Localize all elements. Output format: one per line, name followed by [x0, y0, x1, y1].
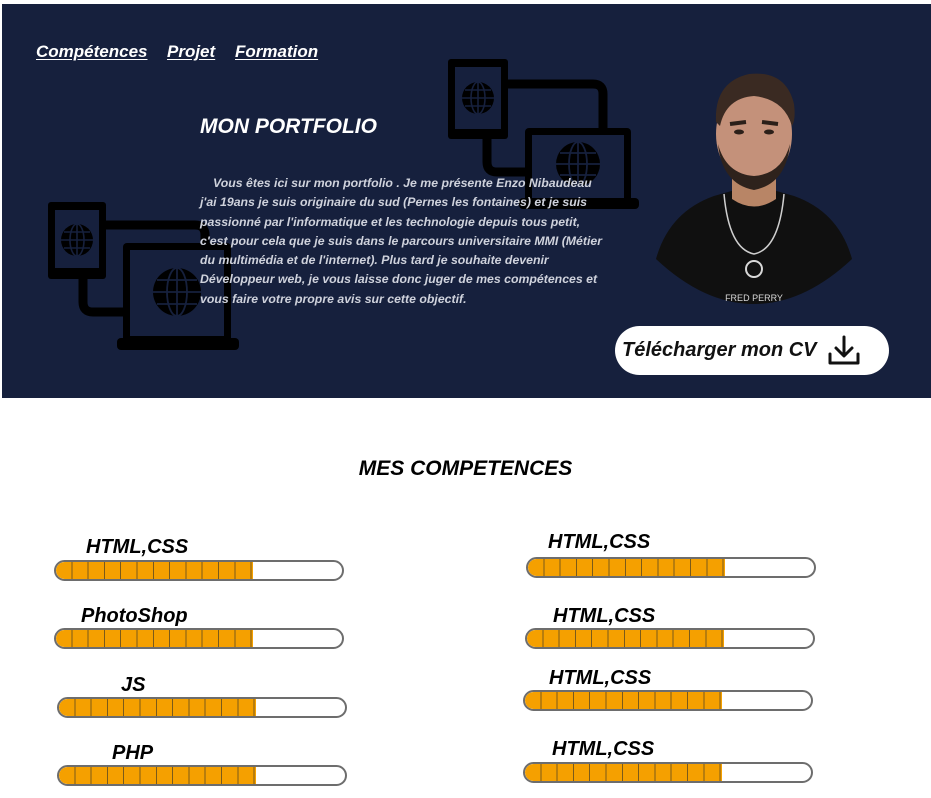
profile-photo: FRED PERRY	[656, 73, 852, 304]
page-title: MON PORTFOLIO	[200, 115, 377, 138]
download-cv-label: Télécharger mon CV	[622, 339, 817, 361]
skill-bar-fill	[56, 630, 254, 647]
skill-label: HTML,CSS	[548, 531, 651, 553]
skill-bar	[523, 690, 813, 711]
intro-text: Vous êtes ici sur mon portfolio . Je me …	[200, 176, 603, 306]
skill-label: HTML,CSS	[549, 667, 652, 689]
globe-icon	[153, 267, 201, 317]
hero-section: Compétences Projet Formation MON PORTFOL…	[2, 4, 931, 398]
skill-label: JS	[121, 674, 146, 696]
globe-icon	[61, 223, 93, 257]
skill-bar	[54, 560, 344, 581]
skill-label: HTML,CSS	[552, 738, 655, 760]
skill-label: HTML,CSS	[86, 536, 189, 558]
skill-label: PHP	[112, 742, 154, 764]
skill-bar-fill	[56, 562, 254, 579]
skills-title: MES COMPETENCES	[358, 457, 573, 480]
nav-link-projet[interactable]: Projet	[167, 42, 215, 62]
skill-bar-fill	[525, 764, 723, 781]
download-icon	[828, 335, 860, 364]
skill-bar	[57, 697, 347, 718]
skill-bar	[525, 628, 815, 649]
skill-bar	[54, 628, 344, 649]
nav-link-formation[interactable]: Formation	[235, 42, 318, 62]
skill-bar	[523, 762, 813, 783]
skill-label: HTML,CSS	[553, 605, 656, 627]
skill-bar	[526, 557, 816, 578]
download-cv-button[interactable]: Télécharger mon CV	[615, 326, 889, 375]
globe-icon	[462, 81, 494, 115]
skill-label: PhotoShop	[81, 605, 188, 627]
shirt-text: FRED PERRY	[725, 293, 783, 303]
nav-link-competences[interactable]: Compétences	[36, 42, 147, 62]
skill-bar-fill	[59, 767, 257, 784]
skill-bar-fill	[525, 692, 723, 709]
skill-bar	[57, 765, 347, 786]
skill-bar-fill	[59, 699, 257, 716]
skill-bar-fill	[527, 630, 725, 647]
skill-bar-fill	[528, 559, 726, 576]
